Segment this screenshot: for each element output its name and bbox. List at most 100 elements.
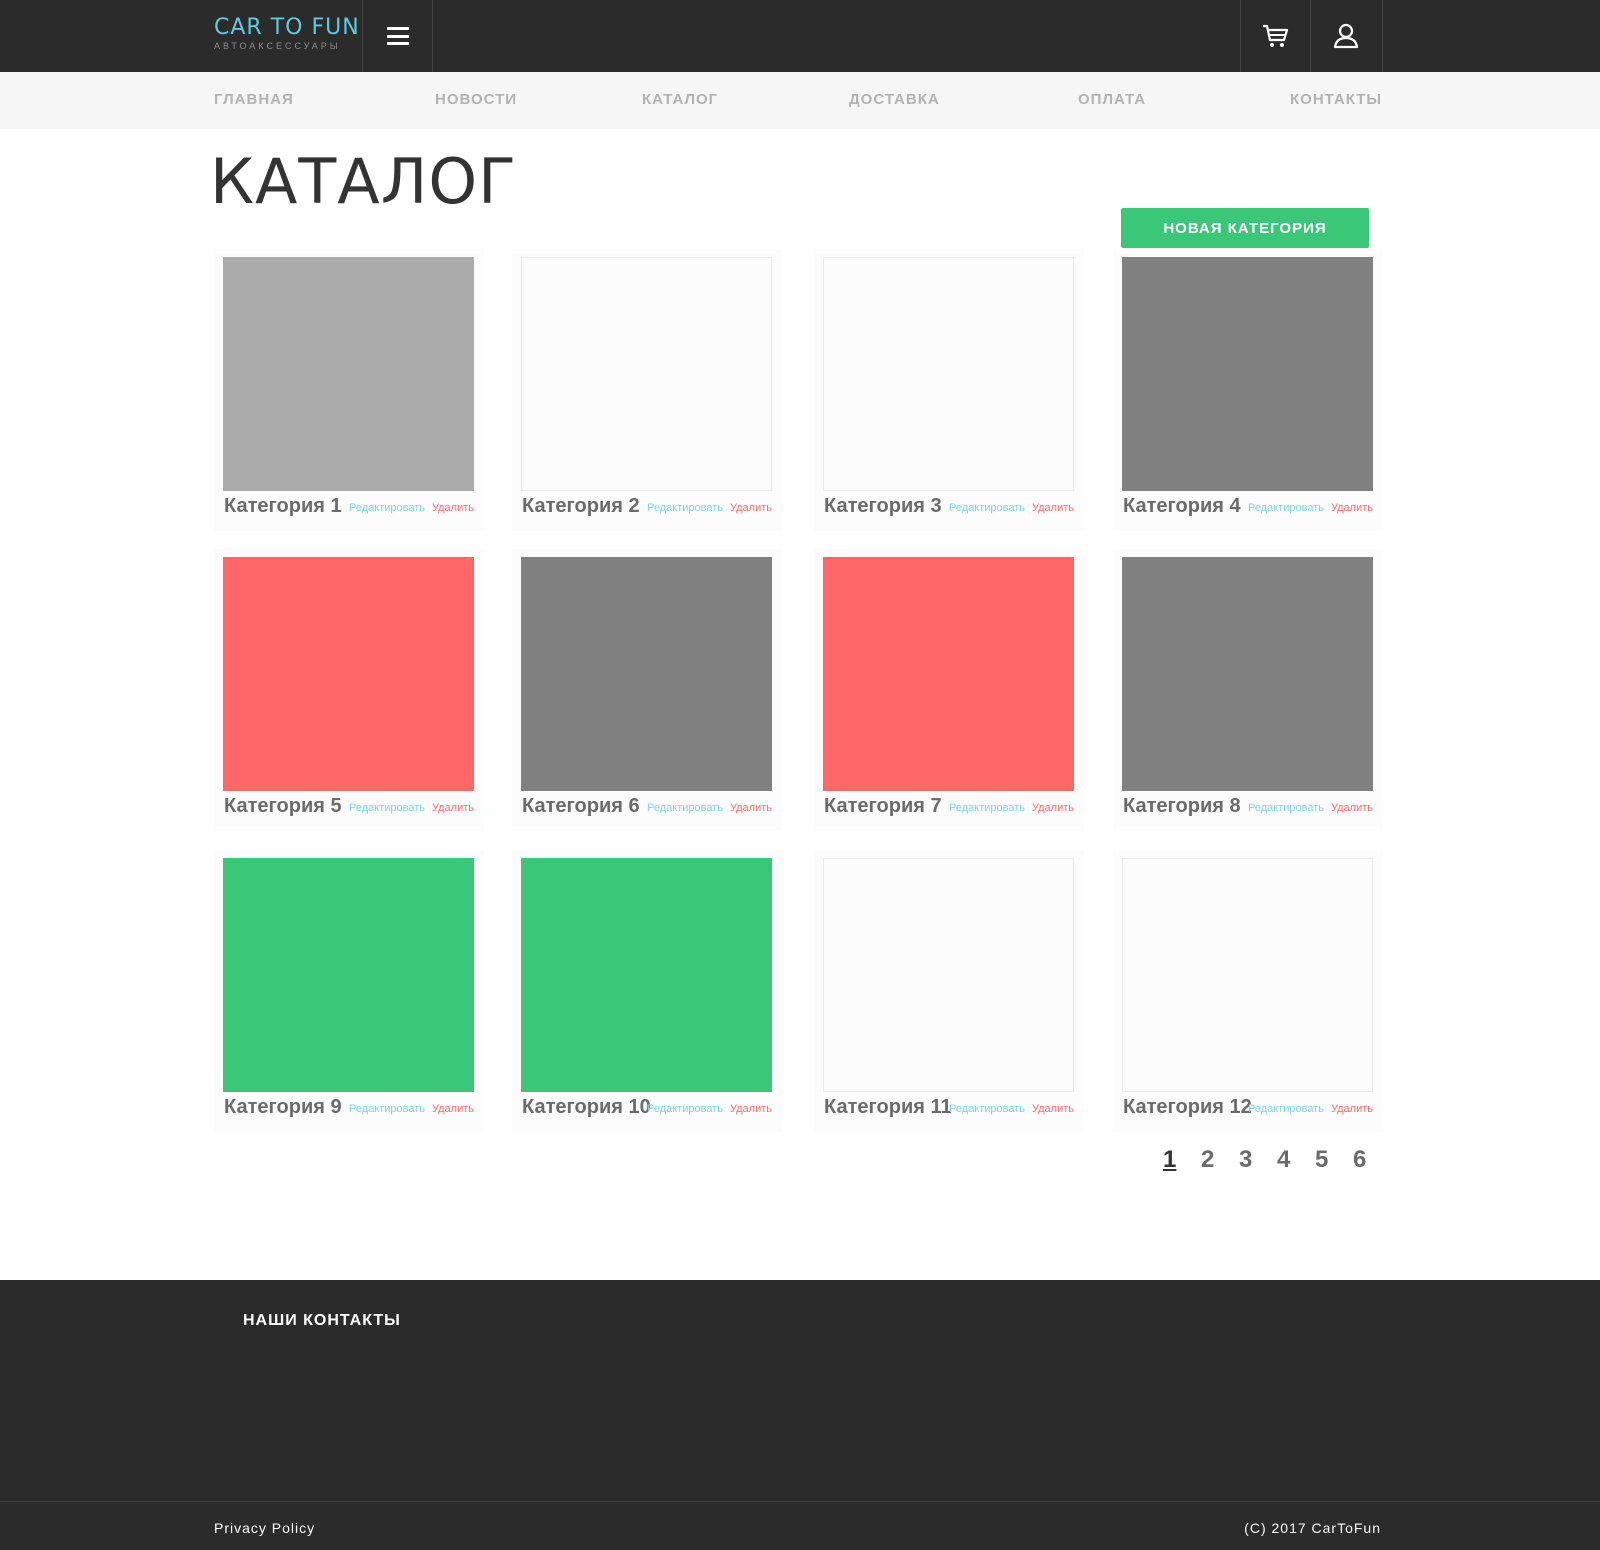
category-title[interactable]: Категория 8 bbox=[1123, 795, 1241, 818]
category-image[interactable] bbox=[1122, 557, 1373, 791]
menu-button[interactable] bbox=[363, 0, 433, 72]
privacy-policy-link[interactable]: Privacy Policy bbox=[214, 1520, 315, 1536]
delete-category-link[interactable]: Удалить bbox=[1032, 1103, 1074, 1115]
category-card[interactable]: Категория 1 Редактировать Удалить bbox=[214, 249, 484, 531]
category-card[interactable]: Категория 8 Редактировать Удалить bbox=[1113, 549, 1383, 831]
category-image[interactable] bbox=[823, 257, 1074, 491]
edit-category-link[interactable]: Редактировать bbox=[647, 1103, 723, 1115]
edit-category-link[interactable]: Редактировать bbox=[349, 502, 425, 514]
category-actions: Редактировать Удалить bbox=[1248, 1103, 1373, 1115]
category-title[interactable]: Категория 10 bbox=[522, 1096, 651, 1119]
category-actions: Редактировать Удалить bbox=[349, 802, 474, 814]
footer: НАШИ КОНТАКТЫ Privacy Policy (C) 2017 Ca… bbox=[0, 1280, 1600, 1550]
page-number[interactable]: 1 bbox=[1163, 1146, 1201, 1174]
edit-category-link[interactable]: Редактировать bbox=[647, 802, 723, 814]
edit-category-link[interactable]: Редактировать bbox=[949, 502, 1025, 514]
category-card[interactable]: Категория 3 Редактировать Удалить bbox=[814, 249, 1084, 531]
edit-category-link[interactable]: Редактировать bbox=[1248, 1103, 1324, 1115]
category-image[interactable] bbox=[823, 557, 1074, 791]
footer-heading: НАШИ КОНТАКТЫ bbox=[243, 1312, 401, 1329]
logo[interactable]: CAR TO FUN АВТОАКСЕССУАРЫ bbox=[214, 15, 360, 52]
copyright: (C) 2017 CarToFun bbox=[1244, 1520, 1381, 1536]
category-card[interactable]: Категория 9 Редактировать Удалить bbox=[214, 850, 484, 1132]
category-card[interactable]: Категория 6 Редактировать Удалить bbox=[512, 549, 782, 831]
category-title[interactable]: Категория 4 bbox=[1123, 495, 1241, 518]
category-image[interactable] bbox=[521, 257, 772, 491]
category-title[interactable]: Категория 2 bbox=[522, 495, 640, 518]
edit-category-link[interactable]: Редактировать bbox=[949, 802, 1025, 814]
top-header: CAR TO FUN АВТОАКСЕССУАРЫ bbox=[0, 0, 1600, 72]
delete-category-link[interactable]: Удалить bbox=[1331, 802, 1373, 814]
category-actions: Редактировать Удалить bbox=[1248, 502, 1373, 514]
edit-category-link[interactable]: Редактировать bbox=[647, 502, 723, 514]
page-number[interactable]: 6 bbox=[1353, 1146, 1391, 1174]
page-number[interactable]: 3 bbox=[1239, 1146, 1277, 1174]
category-image[interactable] bbox=[223, 858, 474, 1092]
nav-item-payment[interactable]: ОПЛАТА bbox=[1078, 91, 1146, 108]
category-title[interactable]: Категория 5 bbox=[224, 795, 342, 818]
delete-category-link[interactable]: Удалить bbox=[730, 502, 772, 514]
cart-icon bbox=[1263, 24, 1289, 47]
delete-category-link[interactable]: Удалить bbox=[432, 802, 474, 814]
delete-category-link[interactable]: Удалить bbox=[432, 1103, 474, 1115]
page-number[interactable]: 4 bbox=[1277, 1146, 1315, 1174]
edit-category-link[interactable]: Редактировать bbox=[349, 802, 425, 814]
delete-category-link[interactable]: Удалить bbox=[432, 502, 474, 514]
delete-category-link[interactable]: Удалить bbox=[1331, 1103, 1373, 1115]
category-actions: Редактировать Удалить bbox=[647, 502, 772, 514]
category-title[interactable]: Категория 7 bbox=[824, 795, 942, 818]
category-title[interactable]: Категория 12 bbox=[1123, 1096, 1252, 1119]
category-title[interactable]: Категория 11 bbox=[824, 1096, 952, 1119]
category-title[interactable]: Категория 3 bbox=[824, 495, 942, 518]
category-card[interactable]: Категория 4 Редактировать Удалить bbox=[1113, 249, 1383, 531]
hamburger-icon bbox=[387, 27, 409, 45]
user-button[interactable] bbox=[1311, 0, 1381, 72]
category-image[interactable] bbox=[823, 858, 1074, 1092]
user-icon bbox=[1333, 23, 1359, 49]
edit-category-link[interactable]: Редактировать bbox=[349, 1103, 425, 1115]
category-card[interactable]: Категория 10 Редактировать Удалить bbox=[512, 850, 782, 1132]
category-image[interactable] bbox=[521, 858, 772, 1092]
delete-category-link[interactable]: Удалить bbox=[730, 1103, 772, 1115]
footer-divider bbox=[0, 1501, 1600, 1502]
category-card[interactable]: Категория 7 Редактировать Удалить bbox=[814, 549, 1084, 831]
delete-category-link[interactable]: Удалить bbox=[730, 802, 772, 814]
category-image[interactable] bbox=[521, 557, 772, 791]
delete-category-link[interactable]: Удалить bbox=[1032, 802, 1074, 814]
new-category-button[interactable]: НОВАЯ КАТЕГОРИЯ bbox=[1121, 208, 1369, 248]
delete-category-link[interactable]: Удалить bbox=[1331, 502, 1373, 514]
header-divider bbox=[1382, 0, 1383, 72]
category-image[interactable] bbox=[1122, 858, 1373, 1092]
category-actions: Редактировать Удалить bbox=[349, 502, 474, 514]
nav-item-contacts[interactable]: КОНТАКТЫ bbox=[1290, 91, 1382, 108]
logo-subtitle: АВТОАКСЕССУАРЫ bbox=[214, 41, 341, 51]
logo-title: CAR TO FUN bbox=[214, 15, 360, 40]
category-image[interactable] bbox=[1122, 257, 1373, 491]
category-card[interactable]: Категория 12 Редактировать Удалить bbox=[1113, 850, 1383, 1132]
nav-item-home[interactable]: ГЛАВНАЯ bbox=[214, 91, 294, 108]
edit-category-link[interactable]: Редактировать bbox=[1248, 502, 1324, 514]
edit-category-link[interactable]: Редактировать bbox=[1248, 802, 1324, 814]
nav-item-news[interactable]: НОВОСТИ bbox=[435, 91, 517, 108]
category-actions: Редактировать Удалить bbox=[949, 502, 1074, 514]
category-title[interactable]: Категория 1 bbox=[224, 495, 342, 518]
category-title[interactable]: Категория 9 bbox=[224, 1096, 342, 1119]
category-actions: Редактировать Удалить bbox=[949, 1103, 1074, 1115]
category-image[interactable] bbox=[223, 557, 474, 791]
category-actions: Редактировать Удалить bbox=[1248, 802, 1373, 814]
cart-button[interactable] bbox=[1240, 0, 1310, 72]
category-actions: Редактировать Удалить bbox=[647, 802, 772, 814]
nav-item-delivery[interactable]: ДОСТАВКА bbox=[849, 91, 940, 108]
edit-category-link[interactable]: Редактировать bbox=[949, 1103, 1025, 1115]
category-actions: Редактировать Удалить bbox=[647, 1103, 772, 1115]
category-card[interactable]: Категория 2 Редактировать Удалить bbox=[512, 249, 782, 531]
category-image[interactable] bbox=[223, 257, 474, 491]
category-card[interactable]: Категория 5 Редактировать Удалить bbox=[214, 549, 484, 831]
page-number[interactable]: 5 bbox=[1315, 1146, 1353, 1174]
category-actions: Редактировать Удалить bbox=[349, 1103, 474, 1115]
delete-category-link[interactable]: Удалить bbox=[1032, 502, 1074, 514]
category-card[interactable]: Категория 11 Редактировать Удалить bbox=[814, 850, 1084, 1132]
page-number[interactable]: 2 bbox=[1201, 1146, 1239, 1174]
nav-item-catalog[interactable]: КАТАЛОГ bbox=[642, 91, 718, 108]
category-title[interactable]: Категория 6 bbox=[522, 795, 640, 818]
